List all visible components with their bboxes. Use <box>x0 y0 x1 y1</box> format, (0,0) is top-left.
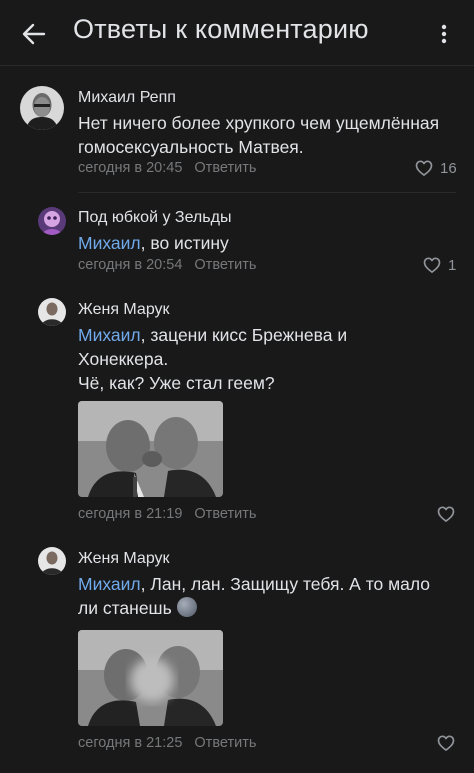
divider <box>78 192 456 193</box>
like-count: 16 <box>440 159 457 177</box>
more-vertical-icon[interactable] <box>428 18 460 50</box>
comment-text: Михаил, Лан, лан. Защищу тебя. А то мало… <box>78 574 431 618</box>
avatar[interactable] <box>38 207 66 235</box>
like-count: 1 <box>448 256 457 274</box>
heart-outline-icon <box>437 735 455 751</box>
comment-text: Михаил, во истину <box>78 233 229 253</box>
reply-button[interactable]: Ответить <box>194 506 256 522</box>
app-header: Ответы к комментарию <box>0 0 474 66</box>
reply-button[interactable]: Ответить <box>194 257 256 273</box>
reply-button[interactable]: Ответить <box>194 160 256 176</box>
attached-photo[interactable] <box>78 401 223 497</box>
mention-link[interactable]: Михаил <box>78 574 141 594</box>
comment-time: сегодня в 21:25 <box>78 735 183 751</box>
comment-author[interactable]: Женя Марук <box>78 301 170 319</box>
like-button[interactable] <box>436 733 456 753</box>
arrow-left-icon[interactable] <box>18 18 50 50</box>
comment-author[interactable]: Под юбкой у Зельды <box>78 209 231 227</box>
comment-author[interactable]: Михаил Репп <box>78 89 176 107</box>
like-button[interactable] <box>436 504 456 524</box>
comment-time: сегодня в 21:19 <box>78 506 183 522</box>
comment-text: Нет ничего более хрупкого чем ущемлённая… <box>78 113 440 157</box>
reply-button[interactable]: Ответить <box>194 735 256 751</box>
comment-meta: сегодня в 21:25 Ответить <box>78 735 256 751</box>
comment-meta: сегодня в 20:45 Ответить <box>78 160 256 176</box>
avatar[interactable] <box>38 298 66 326</box>
like-button[interactable]: 16 <box>414 158 457 178</box>
heart-outline-icon <box>437 506 455 522</box>
avatar[interactable] <box>20 86 64 130</box>
mention-link[interactable]: Михаил <box>78 325 141 345</box>
moon-emoji-icon <box>176 597 197 617</box>
avatar[interactable] <box>38 547 66 575</box>
comment-meta: сегодня в 20:54 Ответить <box>78 257 256 273</box>
page-title: Ответы к комментарию <box>73 14 369 44</box>
comment-time: сегодня в 20:54 <box>78 257 183 273</box>
comment-time: сегодня в 20:45 <box>78 160 183 176</box>
like-button[interactable]: 1 <box>422 255 456 275</box>
comment-meta: сегодня в 21:19 Ответить <box>78 506 256 522</box>
mention-link[interactable]: Михаил <box>78 233 141 253</box>
heart-outline-icon <box>415 160 433 176</box>
attached-photo[interactable] <box>78 630 223 726</box>
comment-text: Михаил, зацени кисс Брежнева и Хонеккера… <box>78 325 348 393</box>
comment-author[interactable]: Женя Марук <box>78 550 170 568</box>
heart-outline-icon <box>423 257 441 273</box>
